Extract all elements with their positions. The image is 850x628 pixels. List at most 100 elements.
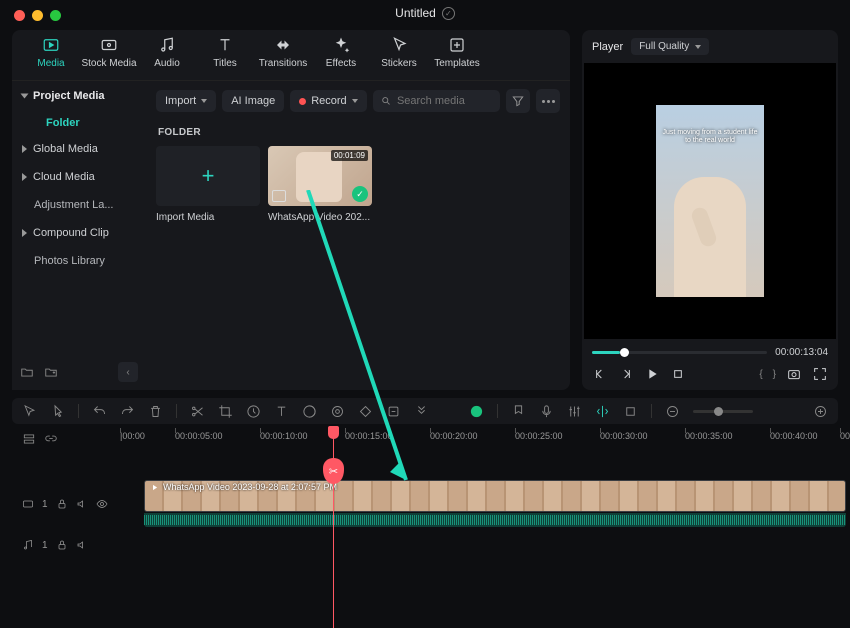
tab-media[interactable]: Media	[22, 36, 80, 80]
zoom-out-button[interactable]	[665, 404, 680, 419]
new-folder-icon[interactable]	[20, 365, 34, 379]
undo-button[interactable]	[92, 404, 107, 419]
tab-label: Stock Media	[81, 58, 136, 69]
tab-titles[interactable]: Titles	[196, 36, 254, 80]
thumb-label: Import Media	[156, 212, 260, 223]
imported-check-icon: ✓	[352, 186, 368, 202]
voiceover-button[interactable]	[539, 404, 554, 419]
search-field[interactable]	[373, 90, 500, 112]
project-title: Untitled	[395, 6, 436, 20]
ai-tool-button[interactable]	[469, 404, 484, 419]
keyframe-tool[interactable]	[358, 404, 373, 419]
preview-viewport[interactable]: Just moving from a student life to the r…	[584, 63, 836, 339]
ai-image-button[interactable]: AI Image	[222, 90, 284, 112]
track-link-icon[interactable]	[44, 432, 58, 446]
ruler-tick: 00:00:20:00	[430, 431, 478, 441]
sidebar-item-adjustment-layer[interactable]: Adjustment La...	[12, 191, 146, 219]
select-tool[interactable]	[50, 404, 65, 419]
snapshot-button[interactable]	[786, 366, 802, 382]
color-tool[interactable]	[302, 404, 317, 419]
video-track-1: 1 WhatsApp Video 2023-09-28 at 2:07:57 P…	[12, 480, 850, 528]
split-at-playhead[interactable]: ✂	[323, 458, 344, 484]
tab-templates[interactable]: Templates	[428, 36, 486, 80]
lock-icon[interactable]	[56, 539, 68, 551]
stop-button[interactable]	[670, 366, 686, 382]
speed-button[interactable]	[246, 404, 261, 419]
playback-slider[interactable]	[592, 351, 767, 354]
prev-frame-button[interactable]	[592, 366, 608, 382]
timeline-ruler[interactable]: |00:00 00:00:05:00 00:00:10:00 00:00:15:…	[120, 428, 850, 450]
sidebar-folder-active[interactable]: Folder	[12, 111, 146, 135]
tab-transitions[interactable]: Transitions	[254, 36, 312, 80]
search-input[interactable]	[397, 95, 492, 107]
fullscreen-button[interactable]	[812, 366, 828, 382]
media-content: Import AI Image Record FOLDER + Import M…	[146, 81, 570, 390]
marker-button[interactable]	[511, 404, 526, 419]
mask-tool[interactable]	[330, 404, 345, 419]
tab-audio[interactable]: Audio	[138, 36, 196, 80]
track-layout-icon[interactable]	[22, 432, 36, 446]
sidebar-item-global-media[interactable]: Global Media	[12, 135, 146, 163]
adjust-tool[interactable]	[386, 404, 401, 419]
audio-mixer-button[interactable]	[567, 404, 582, 419]
sidebar-item-compound-clip[interactable]: Compound Clip	[12, 219, 146, 247]
player-panel: Player Full Quality Just moving from a s…	[582, 30, 838, 390]
quality-dropdown[interactable]: Full Quality	[631, 38, 709, 55]
zoom-in-button[interactable]	[813, 404, 828, 419]
audio-track-header: 1	[12, 534, 120, 556]
crop-button[interactable]	[218, 404, 233, 419]
tab-stock-media[interactable]: Stock Media	[80, 36, 138, 80]
text-tool[interactable]	[274, 404, 289, 419]
pointer-tool[interactable]	[22, 404, 37, 419]
ruler-tick: 00:00:10:00	[260, 431, 308, 441]
preview-caption: Just moving from a student life to the r…	[660, 129, 760, 146]
ruler-tick: 00:00:05:00	[175, 431, 223, 441]
search-icon	[381, 95, 391, 107]
play-button[interactable]	[644, 366, 660, 382]
sidebar-item-cloud-media[interactable]: Cloud Media	[12, 163, 146, 191]
sidebar-header-project-media[interactable]: Project Media	[12, 81, 146, 111]
video-track-header: 1	[12, 480, 120, 528]
record-dot-icon	[299, 98, 306, 105]
visibility-icon[interactable]	[96, 498, 108, 510]
mark-in-icon[interactable]: {	[759, 369, 762, 380]
tab-label: Stickers	[381, 58, 417, 69]
tab-stickers[interactable]: Stickers	[370, 36, 428, 80]
play-backward-button[interactable]	[618, 366, 634, 382]
timeline-clip[interactable]: WhatsApp Video 2023-09-28 at 2:07:57 PM	[120, 480, 846, 528]
ruler-tick: 00:00:40:00	[770, 431, 818, 441]
split-button[interactable]	[190, 404, 205, 419]
import-button[interactable]: Import	[156, 90, 216, 112]
media-toolbar: Import AI Image Record	[156, 89, 560, 113]
zoom-slider[interactable]	[693, 410, 753, 413]
sidebar-item-photos-library[interactable]: Photos Library	[12, 247, 146, 275]
ruler-tick: |00:00	[120, 431, 145, 441]
mute-icon[interactable]	[76, 498, 88, 510]
track-number: 1	[42, 540, 48, 551]
filter-button[interactable]	[506, 89, 530, 113]
ruler-tick: 00:00:35:00	[685, 431, 733, 441]
chevron-right-icon	[22, 145, 27, 153]
tab-effects[interactable]: Effects	[312, 36, 370, 80]
import-media-tile[interactable]: + Import Media	[156, 146, 260, 223]
snap-button[interactable]	[623, 404, 638, 419]
mute-icon[interactable]	[76, 539, 88, 551]
playhead[interactable]: ✂	[333, 428, 334, 628]
plus-icon: +	[202, 163, 215, 189]
sidebar-collapse[interactable]: ‹	[118, 362, 138, 382]
lock-icon[interactable]	[56, 498, 68, 510]
more-button[interactable]	[536, 89, 560, 113]
mark-out-icon[interactable]: }	[773, 369, 776, 380]
zoom-knob[interactable]	[714, 407, 723, 416]
magnetic-button[interactable]	[595, 404, 610, 419]
playhead-handle[interactable]	[328, 426, 339, 439]
media-clip-tile[interactable]: 00:01:09 ✓ WhatsApp Video 202...	[268, 146, 372, 223]
sync-status-icon[interactable]: ✓	[442, 7, 455, 20]
record-button[interactable]: Record	[290, 90, 366, 112]
clip-type-icon	[150, 483, 159, 492]
redo-button[interactable]	[120, 404, 135, 419]
slider-knob[interactable]	[620, 348, 629, 357]
delete-button[interactable]	[148, 404, 163, 419]
more-tools[interactable]	[414, 404, 429, 419]
new-bin-icon[interactable]	[44, 365, 58, 379]
